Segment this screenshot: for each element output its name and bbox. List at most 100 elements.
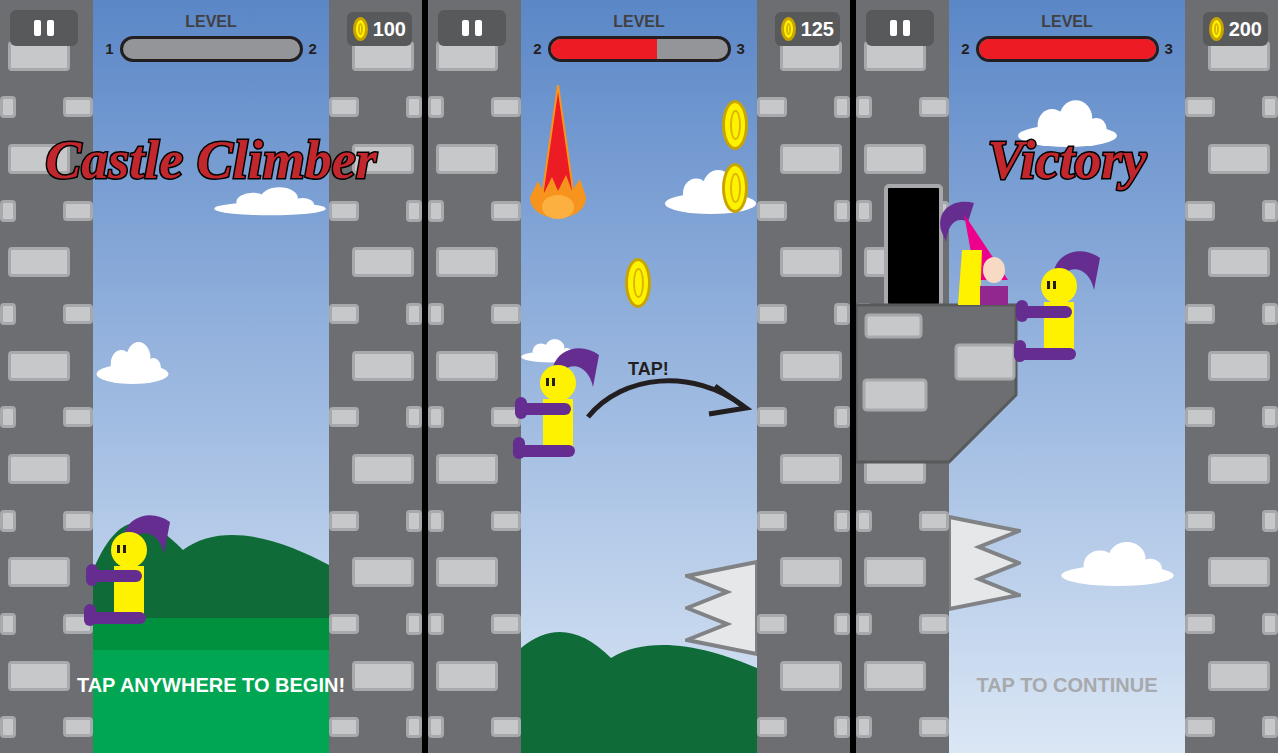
wall-brick — [780, 144, 842, 174]
wall-brick — [1185, 614, 1215, 634]
start-screen[interactable]: Castle ClimberTAP ANYWHERE TO BEGIN!LEVE… — [0, 0, 422, 753]
coin-counter: 125 — [775, 12, 840, 46]
left-wall — [428, 0, 521, 753]
play-screen[interactable]: TAP!LEVEL23125 — [428, 0, 850, 753]
wall-brick — [63, 407, 93, 427]
wall-brick — [8, 351, 70, 381]
wall-brick — [919, 614, 949, 634]
wall-brick — [8, 557, 70, 587]
hud: LEVEL 1 2 100 — [0, 0, 422, 72]
wall-brick — [329, 717, 359, 737]
hud: LEVEL23125 — [428, 0, 850, 72]
fireball-icon — [528, 85, 588, 235]
level-progress-bar — [120, 36, 303, 62]
pause-icon — [890, 20, 897, 36]
wall-brick — [757, 407, 787, 427]
wall-brick — [757, 201, 787, 221]
wall-brick — [864, 144, 926, 174]
pause-icon — [34, 20, 41, 36]
wall-brick — [757, 304, 787, 324]
wall-brick — [780, 351, 842, 381]
level-from: 1 — [105, 38, 113, 61]
wall-brick — [352, 454, 414, 484]
wall-brick — [780, 557, 842, 587]
level-meter: LEVEL 1 2 — [95, 12, 327, 62]
wall-brick — [436, 144, 498, 174]
wall-brick — [491, 614, 521, 634]
pause-button[interactable] — [10, 10, 78, 46]
wall-brick — [757, 97, 787, 117]
knight-icon — [84, 512, 174, 627]
right-wall — [1185, 0, 1278, 753]
coin-icon — [722, 163, 748, 213]
victory-screen[interactable]: Victory TAP TO CONTINUE LEVEL 2 3 200 — [856, 0, 1278, 753]
prompt-text[interactable]: TAP ANYWHERE TO BEGIN! — [0, 670, 422, 700]
wall-brick — [919, 97, 949, 117]
wall-brick — [919, 511, 949, 531]
wall-brick — [352, 247, 414, 277]
coin-count: 125 — [801, 14, 834, 44]
wall-brick — [436, 247, 498, 277]
prompt-text[interactable]: TAP TO CONTINUE — [856, 670, 1278, 700]
wall-brick — [352, 351, 414, 381]
wall-brick — [329, 97, 359, 117]
right-wall — [329, 0, 422, 753]
coin-counter: 100 — [347, 12, 412, 46]
wall-brick — [329, 511, 359, 531]
wall-brick — [1208, 351, 1270, 381]
wall-brick — [864, 661, 926, 691]
wall-brick — [329, 304, 359, 324]
wall-brick — [63, 201, 93, 221]
wall-brick — [864, 557, 926, 587]
hud: LEVEL 2 3 200 — [856, 0, 1278, 72]
wall-brick — [352, 661, 414, 691]
wall-brick — [8, 661, 70, 691]
left-wall — [0, 0, 93, 753]
wall-brick — [63, 304, 93, 324]
cloud-icon — [1059, 540, 1176, 587]
wall-brick — [436, 351, 498, 381]
princess-icon — [936, 198, 1011, 305]
wall-brick — [757, 717, 787, 737]
wall-brick — [1185, 511, 1215, 531]
coin-icon — [353, 17, 368, 41]
level-to: 3 — [737, 38, 745, 61]
wall-brick — [491, 201, 521, 221]
wall-brick — [1208, 454, 1270, 484]
wall-brick — [63, 97, 93, 117]
wall-brick — [1185, 717, 1215, 737]
pause-icon — [462, 20, 469, 36]
game-title: Victory — [856, 125, 1278, 195]
pause-button[interactable] — [866, 10, 934, 46]
coin-icon — [781, 17, 796, 41]
wall-brick — [8, 247, 70, 277]
right-wall — [757, 0, 850, 753]
wall-brick — [491, 304, 521, 324]
spikes-icon — [949, 515, 1021, 611]
knight-icon — [513, 345, 603, 460]
level-to: 3 — [1165, 38, 1173, 61]
level-progress-bar — [548, 36, 731, 62]
wall-brick — [8, 454, 70, 484]
level-progress-fill — [551, 39, 657, 59]
level-progress-fill — [979, 39, 1156, 59]
level-label: LEVEL — [613, 12, 665, 32]
pause-button[interactable] — [438, 10, 506, 46]
level-to: 2 — [309, 38, 317, 61]
wall-brick — [1208, 557, 1270, 587]
level-label: LEVEL — [185, 12, 237, 32]
coin-count: 200 — [1229, 14, 1262, 44]
wall-brick — [780, 454, 842, 484]
level-progress-bar — [976, 36, 1159, 62]
wall-brick — [757, 511, 787, 531]
coin-count: 100 — [373, 14, 406, 44]
wall-brick — [329, 614, 359, 634]
coin-counter: 200 — [1203, 12, 1268, 46]
level-from: 2 — [961, 38, 969, 61]
wall-brick — [491, 717, 521, 737]
spikes-icon — [685, 560, 757, 656]
wall-brick — [757, 614, 787, 634]
wall-brick — [436, 454, 498, 484]
level-label: LEVEL — [1041, 12, 1093, 32]
wall-brick — [1185, 97, 1215, 117]
